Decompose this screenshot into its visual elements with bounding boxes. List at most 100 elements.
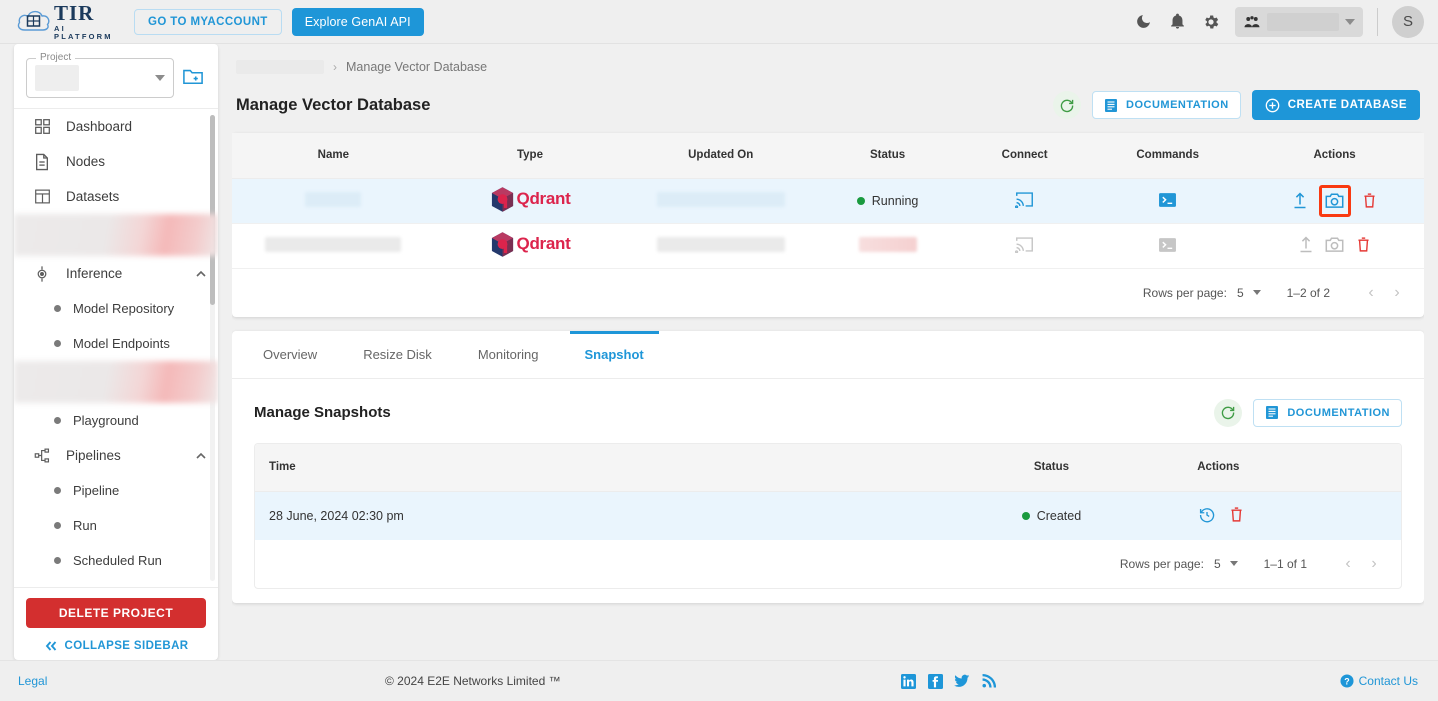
- go-to-myaccount-button[interactable]: GO TO MYACCOUNT: [134, 8, 282, 35]
- brand-name: TIR: [54, 1, 95, 25]
- pagination-range: 1–2 of 2: [1286, 285, 1330, 300]
- delete-icon[interactable]: [1354, 235, 1374, 255]
- sidebar-item-model-repository[interactable]: Model Repository: [14, 291, 218, 326]
- project-selector-row: Project: [14, 44, 218, 108]
- nodes-icon: [32, 152, 52, 172]
- bullet-icon: [54, 417, 61, 424]
- sidebar-item-redacted[interactable]: [14, 361, 218, 403]
- delete-icon[interactable]: [1226, 505, 1246, 525]
- pipelines-icon: [32, 446, 52, 466]
- row-actions: [1197, 505, 1246, 525]
- linkedin-icon[interactable]: [900, 673, 916, 689]
- sidebar-item-scheduled-run[interactable]: Scheduled Run: [14, 543, 218, 578]
- explore-genai-api-button[interactable]: Explore GenAI API: [291, 7, 424, 36]
- delete-project-button[interactable]: DELETE PROJECT: [26, 598, 206, 628]
- refresh-icon[interactable]: [1053, 91, 1082, 119]
- table-body: Qdrant Running Qdrant: [232, 178, 1424, 269]
- sidebar-item-datasets[interactable]: Datasets: [14, 179, 218, 214]
- cell-name: [232, 178, 435, 224]
- rows-per-page-select[interactable]: 5: [1214, 557, 1238, 571]
- collapse-sidebar-button[interactable]: COLLAPSE SIDEBAR: [26, 640, 206, 652]
- sidebar-scroll-thumb[interactable]: [210, 115, 215, 305]
- snapshot-header: Manage Snapshots DOCUMENTATION: [254, 379, 1402, 427]
- table-row[interactable]: 28 June, 2024 02:30 pm Created: [255, 491, 1401, 540]
- project-label: Project: [36, 52, 76, 63]
- cast-connect-icon[interactable]: [1015, 190, 1035, 210]
- sidebar-item-model-endpoints[interactable]: Model Endpoints: [14, 326, 218, 361]
- new-folder-icon[interactable]: [182, 66, 206, 90]
- main-content: › Manage Vector Database Manage Vector D…: [232, 44, 1424, 660]
- cell-actions: [1183, 491, 1401, 540]
- project-selected-value: [35, 65, 79, 91]
- status-badge: Created: [1021, 509, 1081, 523]
- app-root: TIR AI PLATFORM GO TO MYACCOUNT Explore …: [0, 0, 1438, 701]
- gear-icon[interactable]: [1201, 12, 1221, 32]
- facebook-icon[interactable]: [927, 673, 943, 689]
- sidebar-item-run[interactable]: Run: [14, 508, 218, 543]
- terminal-icon[interactable]: [1158, 190, 1178, 210]
- contact-us-link[interactable]: ? Contact Us: [1340, 674, 1418, 688]
- create-database-button[interactable]: CREATE DATABASE: [1251, 90, 1420, 120]
- double-chevron-left-icon: [44, 640, 58, 652]
- sidebar-item-playground[interactable]: Playground: [14, 403, 218, 438]
- documentation-button[interactable]: DOCUMENTATION: [1092, 91, 1241, 119]
- snapshot-documentation-button[interactable]: DOCUMENTATION: [1253, 398, 1402, 427]
- snapshots-table: Time Status Actions 28 June, 2024 02:30 …: [255, 443, 1401, 540]
- sidebar-item-dashboard[interactable]: Dashboard: [14, 109, 218, 144]
- legal-link[interactable]: Legal: [18, 674, 47, 688]
- qdrant-logo-icon: Qdrant: [490, 186, 571, 213]
- social-links: [900, 673, 997, 689]
- cell-updated-on: [625, 178, 817, 224]
- delete-icon[interactable]: [1360, 191, 1380, 211]
- sidebar-group-pipelines[interactable]: Pipelines: [14, 438, 218, 473]
- row-actions: [1290, 184, 1380, 217]
- tab-overview[interactable]: Overview: [240, 331, 340, 378]
- cell-actions: [1245, 178, 1424, 224]
- column-type: Type: [434, 133, 626, 179]
- cell-name: [232, 223, 435, 269]
- restore-icon[interactable]: [1197, 505, 1217, 525]
- chevron-left-icon[interactable]: ‹: [1335, 551, 1361, 577]
- chevron-down-icon: [155, 75, 165, 81]
- moon-icon[interactable]: [1133, 12, 1153, 32]
- tab-monitoring[interactable]: Monitoring: [455, 331, 562, 378]
- tab-snapshot[interactable]: Snapshot: [562, 330, 667, 378]
- bullet-icon: [54, 487, 61, 494]
- avatar[interactable]: S: [1392, 5, 1424, 38]
- camera-snapshot-icon[interactable]: [1325, 191, 1345, 211]
- cell-updated-on: [625, 223, 817, 269]
- terminal-icon: [1158, 235, 1178, 255]
- bell-icon[interactable]: [1167, 12, 1187, 32]
- sidebar-item-nodes[interactable]: Nodes: [14, 144, 218, 179]
- tir-cloud-logo-icon: [16, 5, 52, 39]
- chevron-left-icon[interactable]: ‹: [1358, 280, 1384, 306]
- status-dot-icon: [1021, 511, 1030, 520]
- breadcrumb-parent[interactable]: [236, 60, 324, 74]
- rows-per-page-select[interactable]: 5: [1237, 286, 1261, 300]
- chevron-right-icon[interactable]: ›: [1361, 551, 1387, 577]
- rss-icon[interactable]: [981, 673, 997, 689]
- refresh-icon[interactable]: [1214, 398, 1243, 427]
- chevron-down-icon: [1252, 290, 1261, 295]
- sidebar-item-label: Dashboard: [66, 119, 133, 134]
- qdrant-logo-icon: Qdrant: [490, 231, 571, 258]
- project-selector[interactable]: Project: [26, 52, 174, 98]
- cell-type: Qdrant: [434, 178, 626, 224]
- sidebar-footer: DELETE PROJECT COLLAPSE SIDEBAR: [14, 587, 218, 660]
- sidebar-item-redacted[interactable]: [14, 214, 218, 256]
- sidebar-group-inference[interactable]: Inference: [14, 256, 218, 291]
- table-row[interactable]: Qdrant: [232, 223, 1424, 269]
- brand-text: TIR AI PLATFORM: [54, 3, 116, 40]
- team-selector[interactable]: [1235, 6, 1363, 37]
- tab-resize-disk[interactable]: Resize Disk: [340, 331, 455, 378]
- sidebar-item-label: Model Endpoints: [73, 336, 170, 351]
- table-row[interactable]: Qdrant Running: [232, 178, 1424, 224]
- chevron-right-icon[interactable]: ›: [1384, 280, 1410, 306]
- sidebar-item-pipeline[interactable]: Pipeline: [14, 473, 218, 508]
- create-database-label: CREATE DATABASE: [1287, 99, 1407, 111]
- snapshot-action-highlight: [1318, 184, 1351, 217]
- status-label: Running: [871, 193, 919, 208]
- upload-icon[interactable]: [1290, 191, 1310, 211]
- twitter-icon[interactable]: [954, 673, 970, 689]
- pagination-range: 1–1 of 1: [1263, 556, 1307, 571]
